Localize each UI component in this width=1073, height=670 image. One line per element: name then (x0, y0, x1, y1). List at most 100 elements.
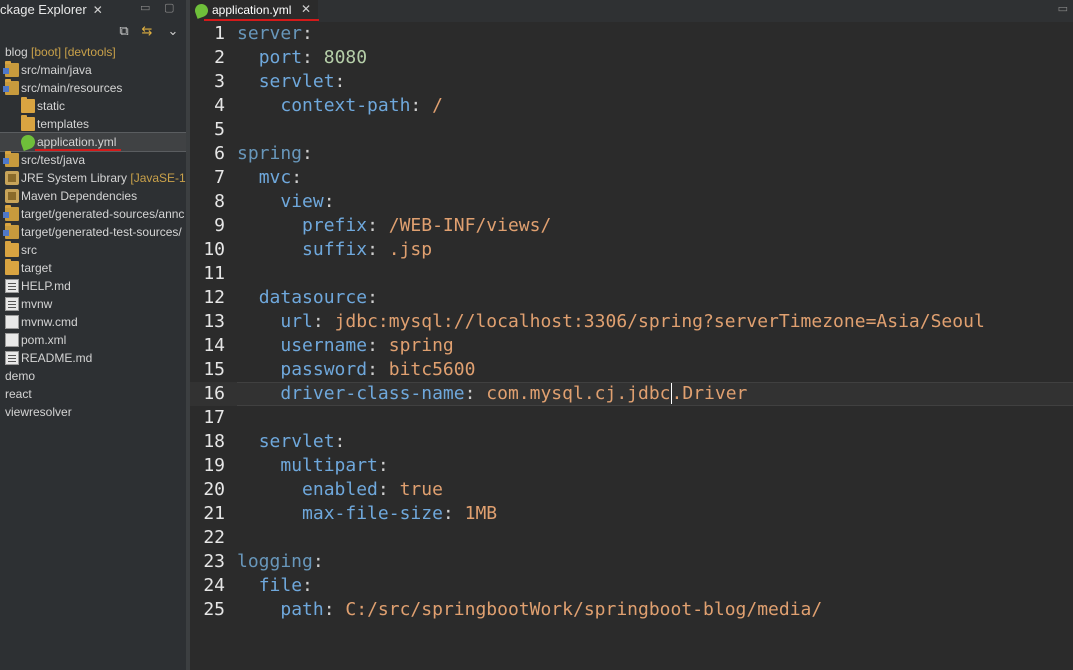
yaml-punct (237, 215, 302, 236)
code-line[interactable]: 2 port: 8080 (190, 46, 1073, 70)
tree-item[interactable]: application.yml (0, 132, 186, 152)
tree-item-label: react (5, 385, 32, 403)
minimize-icon[interactable]: ▭ (1058, 2, 1068, 15)
tab-label: application.yml (212, 3, 292, 17)
view-menu-chevron-down-icon[interactable]: ⌄ (165, 24, 181, 40)
code-line[interactable]: 19 multipart: (190, 454, 1073, 478)
tree-item[interactable]: react (0, 385, 186, 403)
yaml-punct (237, 335, 280, 356)
yaml-punct (237, 575, 259, 596)
code-line[interactable]: 7 mvc: (190, 166, 1073, 190)
close-icon[interactable]: ✕ (301, 2, 311, 16)
tree-item[interactable]: src/main/resources (0, 79, 186, 97)
yaml-key: logging (237, 551, 313, 572)
tree-item[interactable]: src/main/java (0, 61, 186, 79)
tree-item[interactable]: mvnw (0, 295, 186, 313)
tree-item[interactable]: pom.xml (0, 331, 186, 349)
yaml-key: context-path (280, 95, 411, 116)
tree-item-label: templates (37, 115, 89, 133)
yaml-value: bitc5600 (388, 359, 476, 380)
tree-item-text: src/main/java (21, 63, 92, 77)
code-line[interactable]: 20 enabled: true (190, 478, 1073, 502)
minimize-icon[interactable]: ▭ (140, 1, 150, 14)
code-text: port: 8080 (237, 46, 367, 70)
yaml-key: servlet (258, 431, 335, 452)
yaml-punct (237, 455, 280, 476)
tab-application-yml[interactable]: application.yml ✕ (190, 0, 319, 22)
tree-item[interactable]: target/generated-sources/annc (0, 205, 186, 223)
yaml-value: .Driver (670, 383, 748, 404)
yaml-value: com.mysql.cj.jdbc (486, 383, 671, 404)
code-text: server: (237, 22, 313, 46)
code-text: servlet: (237, 70, 346, 94)
tree-item[interactable]: README.md (0, 349, 186, 367)
tree-item-text: mvnw (21, 297, 53, 311)
code-line[interactable]: 12 datasource: (190, 286, 1073, 310)
code-line[interactable]: 25 path: C:/src/springbootWork/springboo… (190, 598, 1073, 622)
code-line[interactable]: 17 (190, 406, 1073, 430)
code-text: path: C:/src/springbootWork/springboot-b… (237, 598, 822, 622)
tree-item[interactable]: JRE System Library [JavaSE-1.8 (0, 169, 186, 187)
tree-item[interactable]: mvnw.cmd (0, 313, 186, 331)
code-line[interactable]: 9 prefix: /WEB-INF/views/ (190, 214, 1073, 238)
tree-item[interactable]: blog [boot] [devtools] (0, 43, 186, 61)
tree-item-label: blog [boot] [devtools] (5, 43, 116, 61)
tree-item[interactable]: static (0, 97, 186, 115)
code-line[interactable]: 8 view: (190, 190, 1073, 214)
line-number: 16 (203, 383, 225, 404)
line-number: 4 (214, 95, 225, 116)
yaml-punct (237, 359, 280, 380)
text-file-icon (5, 351, 19, 365)
tree-item-label: mvnw (21, 295, 52, 313)
code-line[interactable]: 18 servlet: (190, 430, 1073, 454)
code-text: url: jdbc:mysql://localhost:3306/spring?… (237, 310, 984, 334)
code-line[interactable]: 3 servlet: (190, 70, 1073, 94)
code-text: suffix: .jsp (237, 238, 432, 262)
link-with-editor-icon[interactable]: ⇆ (139, 24, 155, 40)
code-line[interactable]: 10 suffix: .jsp (190, 238, 1073, 262)
tree-item[interactable]: HELP.md (0, 277, 186, 295)
tree-item-label: src/test/java (21, 151, 85, 169)
maximize-icon[interactable]: ▢ (164, 1, 174, 14)
tree-item-text: Maven Dependencies (21, 189, 138, 203)
yaml-key: mvc (258, 167, 292, 188)
code-line[interactable]: 21 max-file-size: 1MB (190, 502, 1073, 526)
code-text: spring: (237, 142, 313, 166)
code-line[interactable]: 11 (190, 262, 1073, 286)
close-icon[interactable]: ✕ (93, 3, 103, 17)
tree-item[interactable]: src/test/java (0, 151, 186, 169)
tree-item[interactable]: Maven Dependencies (0, 187, 186, 205)
yaml-punct (237, 167, 259, 188)
code-line[interactable]: 1 server: (190, 22, 1073, 46)
yaml-punct: : (334, 71, 346, 92)
code-line[interactable]: 16 driver-class-name: com.mysql.cj.jdbc.… (190, 382, 1073, 406)
yaml-value: /WEB-INF/views/ (388, 215, 552, 236)
library-icon (5, 189, 19, 203)
yaml-punct: : (302, 575, 313, 596)
code-text: mvc: (237, 166, 302, 190)
yaml-punct: : (312, 551, 324, 572)
code-line[interactable]: 24 file: (190, 574, 1073, 598)
tree-item[interactable]: viewresolver (0, 403, 186, 421)
code-line[interactable]: 4 context-path: / (190, 94, 1073, 118)
tree-item[interactable]: target/generated-test-sources/ (0, 223, 186, 241)
tree-item[interactable]: src (0, 241, 186, 259)
code-line[interactable]: 6 spring: (190, 142, 1073, 166)
tree-item[interactable]: demo (0, 367, 186, 385)
yaml-punct: : (302, 23, 313, 44)
tree-item[interactable]: templates (0, 115, 186, 133)
code-text: logging: (237, 550, 324, 574)
tree-item[interactable]: target (0, 259, 186, 277)
code-line[interactable]: 15 password: bitc5600 (190, 358, 1073, 382)
collapse-all-icon[interactable]: ⧉ (116, 24, 132, 40)
yaml-punct (237, 287, 259, 308)
tree-item-text: react (5, 387, 32, 401)
code-area[interactable]: 1 server: 2 port: 8080 3 servlet: 4 context-… (190, 22, 1073, 622)
code-line[interactable]: 22 (190, 526, 1073, 550)
package-explorer-tab[interactable]: ckage Explorer ✕ (0, 2, 103, 17)
code-line[interactable]: 14 username: spring (190, 334, 1073, 358)
code-line[interactable]: 5 (190, 118, 1073, 142)
code-line[interactable]: 13 url: jdbc:mysql://localhost:3306/spri… (190, 310, 1073, 334)
code-line[interactable]: 23 logging: (190, 550, 1073, 574)
line-number: 5 (214, 119, 225, 140)
